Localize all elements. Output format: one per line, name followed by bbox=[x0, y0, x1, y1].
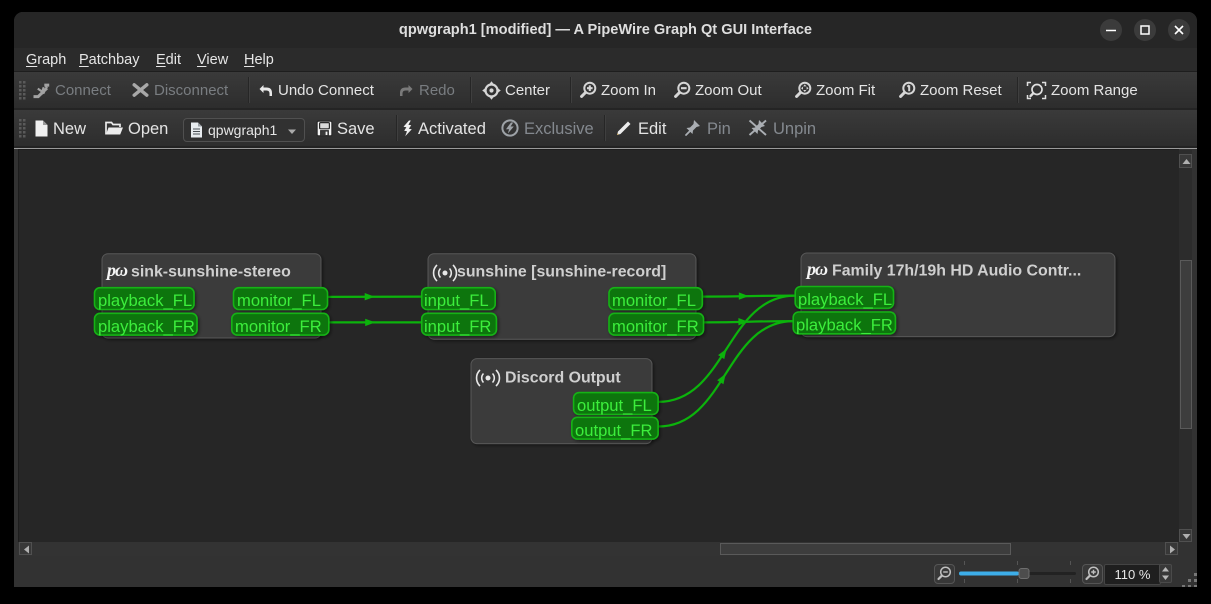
svg-text:monitor_FR: monitor_FR bbox=[235, 317, 322, 336]
svg-text:input_FL: input_FL bbox=[424, 291, 489, 310]
svg-text:monitor_FL: monitor_FL bbox=[237, 291, 321, 310]
svg-text:output_FL: output_FL bbox=[577, 396, 652, 415]
svg-text:pω: pω bbox=[805, 259, 828, 279]
svg-text:playback_FR: playback_FR bbox=[98, 317, 195, 336]
svg-text:input_FR: input_FR bbox=[424, 317, 491, 336]
svg-text:sunshine [sunshine-record]: sunshine [sunshine-record] bbox=[457, 264, 666, 281]
svg-text:Family 17h/19h HD Audio Contr.: Family 17h/19h HD Audio Contr... bbox=[832, 263, 1081, 280]
svg-text:Discord Output: Discord Output bbox=[505, 370, 621, 387]
svg-text:playback_FR: playback_FR bbox=[796, 316, 893, 335]
svg-text:playback_FL: playback_FL bbox=[98, 291, 192, 310]
svg-text:monitor_FL: monitor_FL bbox=[612, 291, 696, 310]
svg-text:sink-sunshine-stereo: sink-sunshine-stereo bbox=[131, 264, 291, 281]
svg-text:output_FR: output_FR bbox=[575, 421, 652, 440]
svg-text:playback_FL: playback_FL bbox=[798, 290, 892, 309]
svg-text:monitor_FR: monitor_FR bbox=[612, 317, 699, 336]
svg-text:pω: pω bbox=[105, 260, 128, 280]
